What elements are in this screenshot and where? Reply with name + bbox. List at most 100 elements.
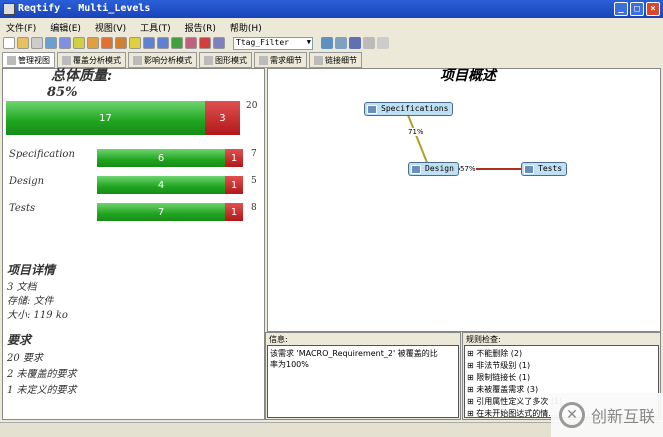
node-design[interactable]: Design [408, 162, 459, 176]
toolbar-button[interactable] [363, 37, 375, 49]
node-label: Specifications [381, 104, 449, 113]
row-label: Design [9, 176, 45, 187]
toolbar-button[interactable] [31, 37, 43, 49]
toolbar-button[interactable] [59, 37, 71, 49]
filter-select[interactable]: Ttag_Filter [233, 36, 313, 50]
toolbar-button[interactable] [199, 37, 211, 49]
toolbar-button[interactable] [143, 37, 155, 49]
toolbar-button[interactable] [171, 37, 183, 49]
toolbar-button[interactable] [377, 37, 389, 49]
overall-uncovered: 3 [204, 101, 240, 135]
req-title: 要求 [7, 333, 32, 347]
summary-panel: 总体质量: 85% 17 3 20 Specification 61 7 Desig… [2, 68, 265, 420]
toolbar-button[interactable] [129, 37, 141, 49]
row-total: 8 [251, 203, 257, 213]
tab-label: 影响分析模式 [144, 55, 192, 65]
size: 大小: 119 ko [7, 310, 68, 321]
menu-view[interactable]: 视图(V) [95, 21, 126, 34]
rule-label: 引用属性定义了多次 (1) [476, 397, 563, 406]
toolbar-button[interactable] [321, 37, 333, 49]
tab-link-detail[interactable]: 链接细节 [309, 52, 362, 68]
app-icon [3, 3, 15, 15]
message-label: 信息: [269, 335, 288, 344]
tab-graph[interactable]: 图形模式 [199, 52, 252, 68]
menu-edit[interactable]: 编辑(E) [50, 21, 81, 34]
tab-label: 管理视图 [18, 55, 50, 65]
rule-label: 不能删除 (2) [476, 349, 523, 358]
node-tests[interactable]: Tests [521, 162, 568, 176]
tab-label: 覆盖分析模式 [73, 55, 121, 65]
rule-item[interactable]: ⊞ 非法节级别 (1) [467, 360, 656, 372]
minimize-button[interactable]: _ [614, 2, 628, 16]
tab-icon [62, 55, 71, 65]
row-bar: 71 [97, 203, 243, 221]
tab-req-detail[interactable]: 需求细节 [254, 52, 307, 68]
row-total: 7 [251, 149, 257, 159]
doc-count: 3 文档 [7, 282, 37, 293]
toolbar-button[interactable] [213, 37, 225, 49]
tab-impact[interactable]: 影响分析模式 [128, 52, 197, 68]
toolbar-button[interactable] [17, 37, 29, 49]
row-uncovered: 1 [225, 176, 243, 194]
toolbar-button[interactable] [3, 37, 15, 49]
document-icon [524, 165, 534, 174]
graph-panel: 项目概述 71% 57% Specifications Design Tests [267, 68, 661, 332]
rule-label: 限制链接长 (1) [476, 373, 531, 382]
message-pane: 信息: 该需求 'MACRO_Requirement_2' 被覆盖的比率为100… [265, 332, 461, 420]
row-covered: 6 [97, 149, 225, 167]
toolbar-button[interactable] [73, 37, 85, 49]
tab-management[interactable]: 管理视图 [2, 52, 55, 68]
row-total: 5 [251, 176, 257, 186]
rule-item[interactable]: ⊞ 限制链接长 (1) [467, 372, 656, 384]
req-lines: 20 要求 2 未覆盖的要求 1 未定义的要求 [7, 351, 77, 399]
menu-tools[interactable]: 工具(T) [140, 21, 171, 34]
menu-help[interactable]: 帮助(H) [230, 21, 262, 34]
node-specifications[interactable]: Specifications [364, 102, 454, 116]
row-label: Specification [9, 149, 75, 160]
undefined-count: 1 未定义的要求 [7, 385, 77, 396]
tab-icon [204, 55, 213, 65]
rule-item[interactable]: ⊞ 不能删除 (2) [467, 348, 656, 360]
menu-report[interactable]: 报告(R) [185, 21, 216, 34]
tab-label: 链接细节 [325, 55, 357, 65]
overall-total: 20 [246, 101, 258, 111]
graph-links [407, 114, 524, 170]
row-uncovered: 1 [225, 203, 243, 221]
close-button[interactable]: × [646, 2, 660, 16]
toolbar-button[interactable] [115, 37, 127, 49]
tab-icon [259, 55, 268, 65]
quality-percent: 85% [47, 85, 78, 100]
details-lines: 3 文档存储: 文件大小: 119 ko [7, 281, 68, 323]
toolbar-button[interactable] [45, 37, 57, 49]
watermark-icon: ✕ [559, 402, 585, 428]
toolbar-button[interactable] [87, 37, 99, 49]
quality-title: 总体质量: [51, 68, 113, 84]
rule-label: 未被覆盖需求 (3) [476, 385, 539, 394]
tab-icon [7, 55, 16, 65]
toolbar-button[interactable] [185, 37, 197, 49]
document-icon [367, 105, 377, 114]
message-text: 该需求 'MACRO_Requirement_2' 被覆盖的比率为100% [267, 345, 459, 418]
window-title: Reqtify - Multi_Levels [18, 3, 151, 14]
tab-coverage[interactable]: 覆盖分析模式 [57, 52, 126, 68]
storage: 存储: 文件 [7, 296, 54, 307]
tab-icon [314, 55, 323, 65]
toolbar-button[interactable] [157, 37, 169, 49]
link-spec-design [407, 114, 429, 166]
row-label: Tests [9, 203, 36, 214]
menu-file[interactable]: 文件(F) [6, 21, 36, 34]
maximize-button[interactable]: □ [630, 2, 644, 16]
toolbar-button[interactable] [101, 37, 113, 49]
toolbar-button[interactable] [349, 37, 361, 49]
rules-label: 规则检查: [466, 335, 501, 344]
link-label-design-tests: 57% [460, 165, 476, 173]
node-label: Tests [538, 164, 563, 173]
row-covered: 7 [97, 203, 225, 221]
menu-bar: 文件(F) 编辑(E) 视图(V) 工具(T) 报告(R) 帮助(H) [0, 18, 663, 34]
row-covered: 4 [97, 176, 225, 194]
toolbar: Ttag_Filter [0, 34, 663, 52]
req-count: 20 要求 [7, 353, 43, 364]
toolbar-button[interactable] [335, 37, 347, 49]
overall-covered: 17 [6, 101, 205, 135]
details-title: 项目详情 [7, 263, 56, 277]
